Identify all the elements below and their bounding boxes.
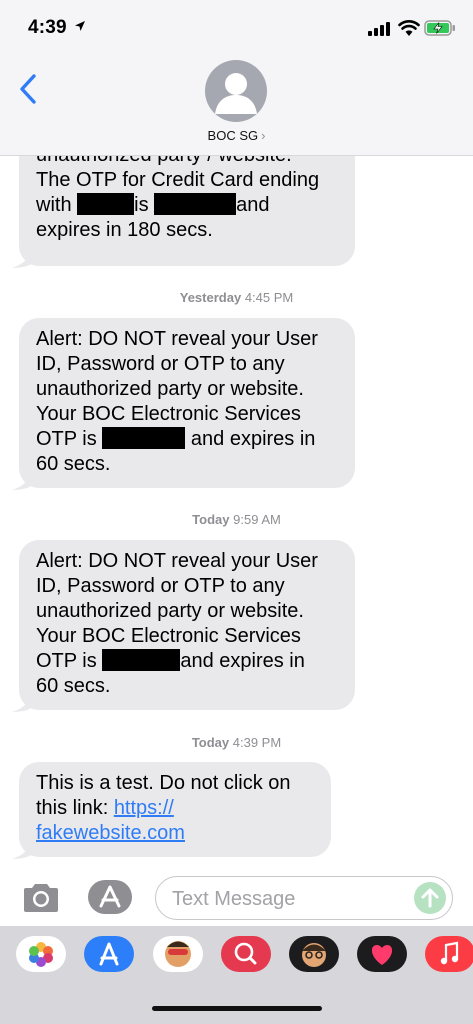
digital-touch-app-icon[interactable]: [357, 936, 407, 972]
timestamp: Yesterday 4:45 PM: [179, 290, 294, 305]
message-input[interactable]: Text Message: [155, 876, 453, 920]
message-line: Your BOC Electronic Services: [36, 625, 301, 647]
app-store-icon: [99, 942, 119, 966]
app-store-button[interactable]: [88, 880, 132, 914]
message-line: unauthorized party or website.: [36, 600, 304, 622]
message-line: Alert: DO NOT reveal your User: [36, 328, 318, 350]
bubble-tail: [12, 248, 34, 268]
timestamp: Today 9:59 AM: [192, 512, 281, 527]
chevron-right-icon: ›: [261, 128, 266, 143]
battery-charging-icon: [424, 20, 455, 36]
photos-icon: [29, 942, 53, 967]
message-bubble[interactable]: Alert: DO NOT reveal your User ID, Passw…: [19, 318, 355, 488]
message-line: expires in 180 secs.: [36, 219, 213, 241]
compose-bar: Text Message: [0, 870, 473, 926]
message-line: This is a test. Do not click on: [36, 772, 291, 794]
redacted-block: [154, 193, 237, 215]
music-icon: [440, 941, 459, 965]
message-line: this link: https://: [36, 797, 174, 819]
memoji-app-icon[interactable]: [289, 936, 339, 972]
bubble-tail: [12, 692, 34, 712]
camera-icon[interactable]: [20, 882, 62, 914]
digital-touch-icon: [371, 945, 393, 965]
memoji-icon: [302, 943, 326, 967]
contact-name-button[interactable]: BOC SG ›: [0, 128, 473, 143]
message-line: Alert: DO NOT reveal your User: [36, 550, 318, 572]
message-line: OTP is and expires in: [36, 427, 316, 450]
wifi-icon: [398, 20, 420, 36]
message-link[interactable]: https://: [114, 797, 174, 819]
memoji-stickers-app-icon[interactable]: [153, 936, 203, 972]
message-line: ID, Password or OTP to any: [36, 575, 285, 597]
message-line: fakewebsite.com: [36, 821, 314, 846]
message-line: OTP is and expires in: [36, 649, 305, 672]
apps-icon: [99, 885, 121, 908]
status-time: 4:39: [28, 17, 67, 38]
message-line: with is and: [36, 193, 270, 216]
contact-avatar[interactable]: [205, 60, 267, 122]
message-line: 60 secs.: [36, 675, 111, 697]
web-search-icon: [234, 942, 257, 965]
person-silhouette-icon: [215, 73, 257, 114]
message-placeholder: Text Message: [172, 888, 296, 910]
location-arrow-icon: [75, 21, 85, 31]
timestamp: Today 4:39 PM: [191, 735, 282, 750]
bubble-tail: [12, 470, 34, 490]
app-store-app-icon[interactable]: [84, 936, 134, 972]
message-bubble[interactable]: Alert: DO NOT reveal your User ID, Passw…: [19, 540, 355, 710]
redacted-block: [77, 193, 135, 215]
message-line: 60 secs.: [36, 453, 111, 475]
message-line: The OTP for Credit Card ending: [36, 169, 320, 191]
web-search-app-icon[interactable]: [221, 936, 271, 972]
message-bubble[interactable]: This is a test. Do not click on this lin…: [19, 762, 331, 857]
send-button[interactable]: [414, 882, 446, 914]
photos-app-icon[interactable]: [16, 936, 66, 972]
conversation-header: 4:39 BOC SG ›: [0, 0, 473, 156]
message-link[interactable]: fakewebsite.com: [36, 822, 185, 844]
redacted-block: [102, 427, 186, 449]
message-line: unauthorized party or website.: [36, 378, 304, 400]
redacted-block: [102, 649, 181, 671]
message-line: ID, Password or OTP to any: [36, 353, 285, 375]
cellular-signal-icon: [368, 22, 390, 36]
memoji-sticker-icon: [165, 941, 191, 967]
message-line: Your BOC Electronic Services: [36, 403, 301, 425]
home-indicator[interactable]: [152, 1006, 322, 1011]
arrow-up-icon: [421, 888, 439, 908]
back-chevron-icon[interactable]: [18, 73, 38, 105]
bubble-tail: [12, 839, 34, 859]
music-app-icon[interactable]: [425, 936, 473, 972]
